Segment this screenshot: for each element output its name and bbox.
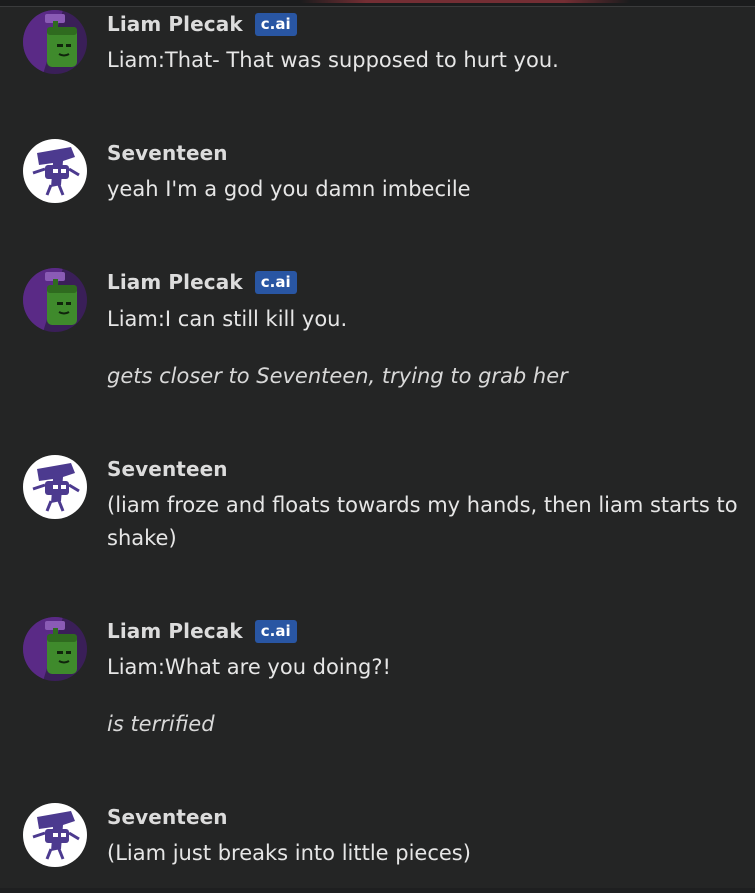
bottom-edge-bar bbox=[0, 888, 755, 893]
sender-name[interactable]: Liam Plecak bbox=[107, 270, 243, 294]
purple-seventeen-avatar-icon[interactable] bbox=[23, 455, 87, 519]
sender-name[interactable]: Seventeen bbox=[107, 457, 228, 481]
message-action-text: gets closer to Seventeen, trying to grab… bbox=[107, 364, 568, 388]
message-header: Seventeen bbox=[107, 455, 228, 483]
green-character-avatar-icon[interactable] bbox=[23, 10, 87, 74]
message-header: Seventeen bbox=[107, 139, 228, 167]
green-character-avatar-icon[interactable] bbox=[23, 617, 87, 681]
sender-name[interactable]: Seventeen bbox=[107, 805, 228, 829]
sender-name[interactable]: Liam Plecak bbox=[107, 12, 243, 36]
message-text: (Liam just breaks into little pieces) bbox=[107, 841, 471, 865]
message-action-text: is terrified bbox=[107, 712, 215, 736]
message-text: yeah I'm a god you damn imbecile bbox=[107, 177, 471, 201]
message-text: Liam:I can still kill you. bbox=[107, 307, 348, 331]
top-edge-bar bbox=[0, 0, 755, 7]
green-character-avatar-icon[interactable] bbox=[23, 268, 87, 332]
top-edge-gradient bbox=[300, 0, 630, 3]
message-header: Liam Plecak c.ai bbox=[107, 268, 297, 296]
cai-badge: c.ai bbox=[254, 12, 297, 36]
message-header: Liam Plecak c.ai bbox=[107, 10, 297, 38]
purple-seventeen-avatar-icon[interactable] bbox=[23, 139, 87, 203]
cai-badge: c.ai bbox=[254, 619, 297, 643]
message-text: (liam froze and floats towards my hands,… bbox=[107, 493, 738, 550]
message-text: Liam:What are you doing?! bbox=[107, 655, 391, 679]
message-header: Liam Plecak c.ai bbox=[107, 617, 297, 645]
cai-badge: c.ai bbox=[254, 270, 297, 294]
purple-seventeen-avatar-icon[interactable] bbox=[23, 803, 87, 867]
message-header: Seventeen bbox=[107, 803, 228, 831]
sender-name[interactable]: Seventeen bbox=[107, 141, 228, 165]
message-text: Liam:That- That was supposed to hurt you… bbox=[107, 48, 559, 72]
sender-name[interactable]: Liam Plecak bbox=[107, 619, 243, 643]
